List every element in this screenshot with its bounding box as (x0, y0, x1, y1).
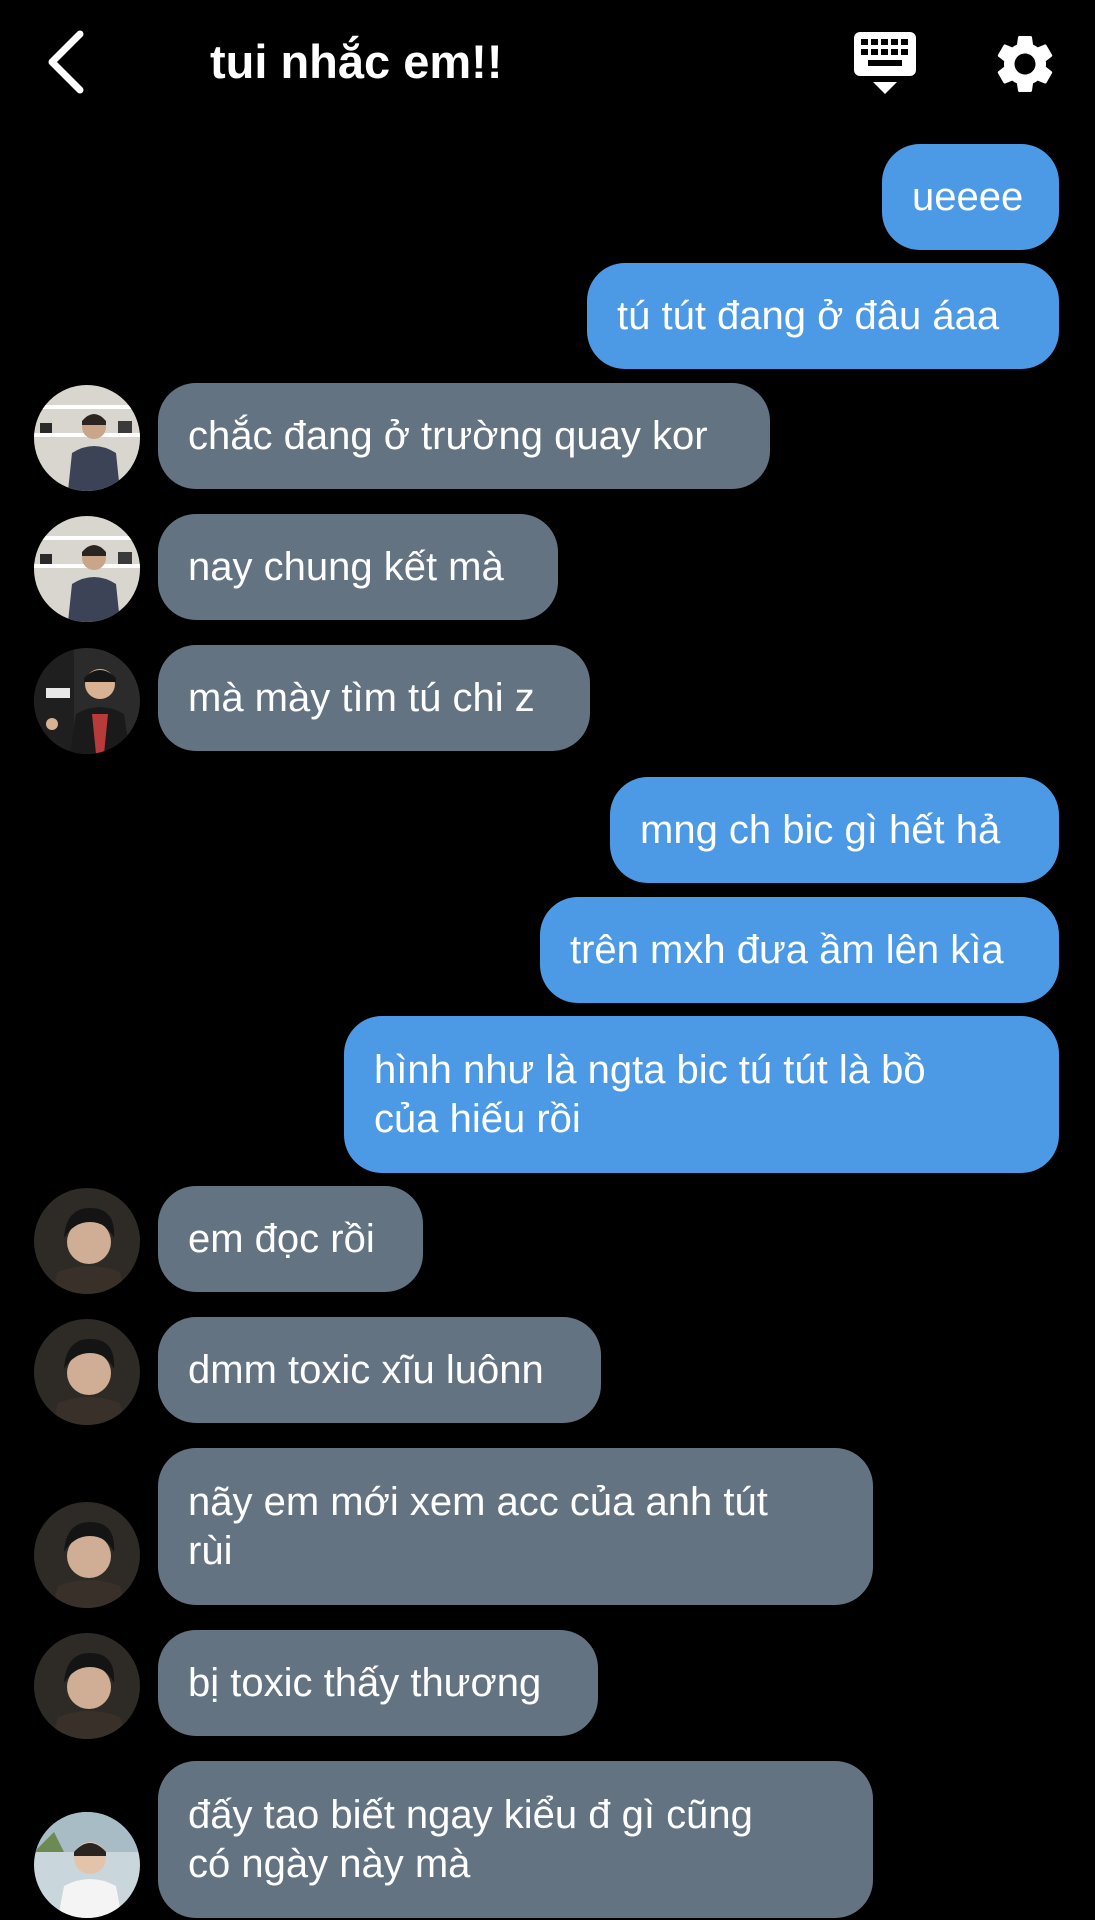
message-bubble-incoming[interactable]: em đọc rồi (158, 1186, 423, 1292)
message-bubble-incoming[interactable]: mà mày tìm tú chi z (158, 645, 590, 751)
avatar[interactable] (34, 1812, 140, 1918)
message-text: nãy em mới xem acc của anh tút rùi (188, 1479, 768, 1573)
message-text: chắc đang ở trường quay kor (188, 413, 708, 458)
message-bubble-outgoing[interactable]: trên mxh đưa ầm lên kìa (540, 897, 1059, 1003)
message-text: hình như là ngta bic tú tút là bồ của hi… (374, 1047, 926, 1141)
message-bubble-incoming[interactable]: đấy tao biết ngay kiểu đ gì cũng có ngày… (158, 1761, 873, 1918)
avatar[interactable] (34, 1502, 140, 1608)
avatar[interactable] (34, 385, 140, 491)
message-bubble-incoming[interactable]: bị toxic thấy thương (158, 1630, 598, 1736)
message-bubble-incoming[interactable]: nãy em mới xem acc của anh tút rùi (158, 1448, 873, 1605)
message-bubble-outgoing[interactable]: mng ch bic gì hết hả (610, 777, 1059, 883)
message-text: ueeee (912, 174, 1024, 219)
message-list[interactable]: ueeee tú tút đang ở đâu áaa chắc đang ở … (0, 0, 1095, 1920)
message-text: dmm toxic xĩu luônn (188, 1347, 544, 1392)
avatar[interactable] (34, 516, 140, 622)
message-text: đấy tao biết ngay kiểu đ gì cũng có ngày… (188, 1792, 753, 1886)
message-bubble-outgoing[interactable]: ueeee (882, 144, 1059, 250)
message-text: nay chung kết mà (188, 544, 504, 589)
avatar[interactable] (34, 1188, 140, 1294)
message-bubble-outgoing[interactable]: hình như là ngta bic tú tút là bồ của hi… (344, 1016, 1059, 1173)
message-bubble-outgoing[interactable]: tú tút đang ở đâu áaa (587, 263, 1059, 369)
message-bubble-incoming[interactable]: dmm toxic xĩu luônn (158, 1317, 601, 1423)
message-text: trên mxh đưa ầm lên kìa (570, 927, 1004, 972)
message-text: tú tút đang ở đâu áaa (617, 293, 1000, 338)
avatar[interactable] (34, 648, 140, 754)
message-text: mà mày tìm tú chi z (188, 675, 535, 720)
avatar[interactable] (34, 1633, 140, 1739)
message-bubble-incoming[interactable]: nay chung kết mà (158, 514, 558, 620)
message-bubble-incoming[interactable]: chắc đang ở trường quay kor (158, 383, 770, 489)
message-text: em đọc rồi (188, 1216, 375, 1261)
message-text: bị toxic thấy thương (188, 1660, 542, 1705)
message-text: mng ch bic gì hết hả (640, 807, 1001, 852)
avatar[interactable] (34, 1319, 140, 1425)
